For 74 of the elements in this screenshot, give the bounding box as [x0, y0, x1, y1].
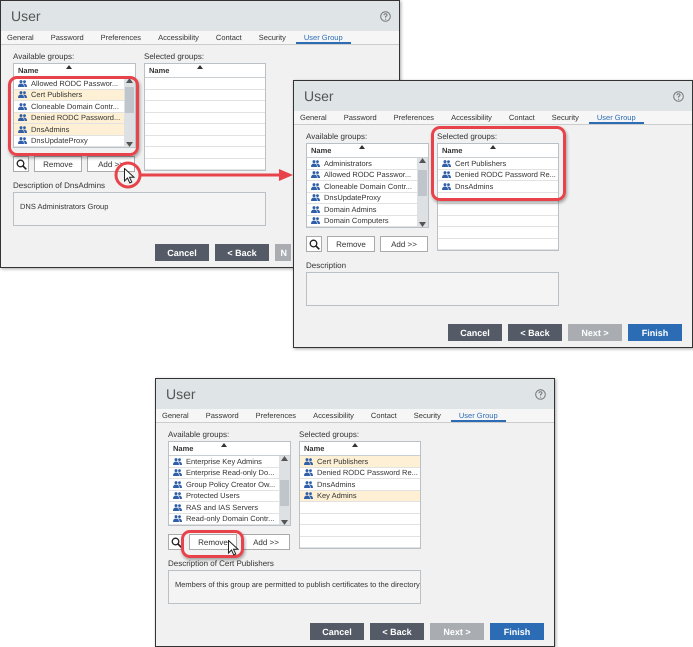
footer-button[interactable]: Finish — [628, 324, 682, 341]
help-icon[interactable] — [380, 10, 391, 22]
group-icon — [173, 480, 182, 488]
group-icon — [311, 206, 320, 213]
group-icon — [173, 504, 182, 511]
description-label: Description of Cert Publishers — [168, 558, 274, 570]
group-icon — [18, 80, 27, 87]
add-button[interactable]: Add >> — [242, 534, 290, 550]
scrollbar[interactable] — [124, 78, 135, 147]
cursor-icon — [124, 168, 135, 184]
sort-caret-icon — [359, 145, 365, 149]
description-label: Description — [306, 260, 346, 272]
scroll-down-icon[interactable] — [281, 520, 288, 525]
dialog-title: User — [304, 88, 334, 104]
list-label: Selected groups: — [437, 131, 498, 143]
group-icon — [304, 492, 313, 500]
group-icon — [311, 194, 320, 202]
group-icon — [18, 91, 27, 98]
sort-caret-icon — [66, 65, 72, 69]
scroll-up-icon[interactable] — [126, 78, 133, 83]
group-icon — [173, 469, 182, 476]
group-icon — [304, 480, 313, 488]
list-label: Available groups: — [168, 429, 230, 441]
scroll-down-icon[interactable] — [126, 142, 133, 147]
group-icon — [311, 217, 320, 224]
scrollbar[interactable] — [417, 158, 428, 227]
sort-caret-icon — [490, 145, 496, 149]
group-icon — [173, 492, 182, 500]
scroll-thumb[interactable] — [418, 170, 427, 196]
footer-button[interactable]: Cancel — [310, 623, 364, 640]
scroll-thumb[interactable] — [280, 480, 289, 506]
group-icon — [18, 126, 27, 133]
group-icon — [442, 182, 451, 190]
scroll-thumb[interactable] — [125, 87, 134, 113]
group-icon — [442, 171, 451, 178]
footer-button[interactable]: Cancel — [448, 324, 502, 341]
scroll-down-icon[interactable] — [419, 222, 426, 227]
dialog-title: User — [166, 386, 196, 402]
scrollbar[interactable] — [279, 456, 290, 525]
search-button[interactable] — [13, 156, 29, 172]
cursor-icon — [228, 540, 239, 556]
dialog-title: User — [11, 8, 41, 24]
list-label: Available groups: — [306, 131, 368, 143]
group-icon — [18, 137, 27, 144]
remove-button[interactable]: Remove — [34, 156, 82, 172]
footer-button[interactable]: < Back — [508, 324, 562, 341]
sort-caret-icon — [197, 65, 203, 69]
group-icon — [311, 160, 320, 167]
footer-button[interactable]: Finish — [490, 623, 544, 640]
group-icon — [304, 458, 313, 465]
description-label: Description of DnsAdmins — [13, 180, 106, 192]
group-icon — [304, 469, 313, 476]
footer-button[interactable]: Cancel — [155, 244, 209, 261]
group-icon — [18, 114, 27, 122]
scroll-up-icon[interactable] — [281, 456, 288, 461]
sort-caret-icon — [352, 443, 358, 447]
footer-button[interactable]: < Back — [215, 244, 269, 261]
footer-button[interactable]: < Back — [370, 623, 424, 640]
group-icon — [173, 458, 182, 465]
list-label: Selected groups: — [144, 51, 204, 63]
sort-caret-icon — [221, 443, 227, 447]
list-label: Available groups: — [13, 51, 74, 63]
remove-button[interactable]: Remove — [327, 236, 375, 252]
group-icon — [442, 160, 451, 167]
list-label: Selected groups: — [299, 429, 360, 441]
help-icon[interactable] — [535, 388, 546, 400]
scroll-up-icon[interactable] — [419, 158, 426, 163]
group-icon — [311, 171, 320, 178]
group-icon — [18, 102, 27, 110]
search-button[interactable] — [306, 236, 322, 252]
group-icon — [173, 515, 182, 522]
add-button[interactable]: Add >> — [380, 236, 428, 252]
help-icon[interactable] — [673, 90, 684, 102]
group-icon — [311, 182, 320, 190]
